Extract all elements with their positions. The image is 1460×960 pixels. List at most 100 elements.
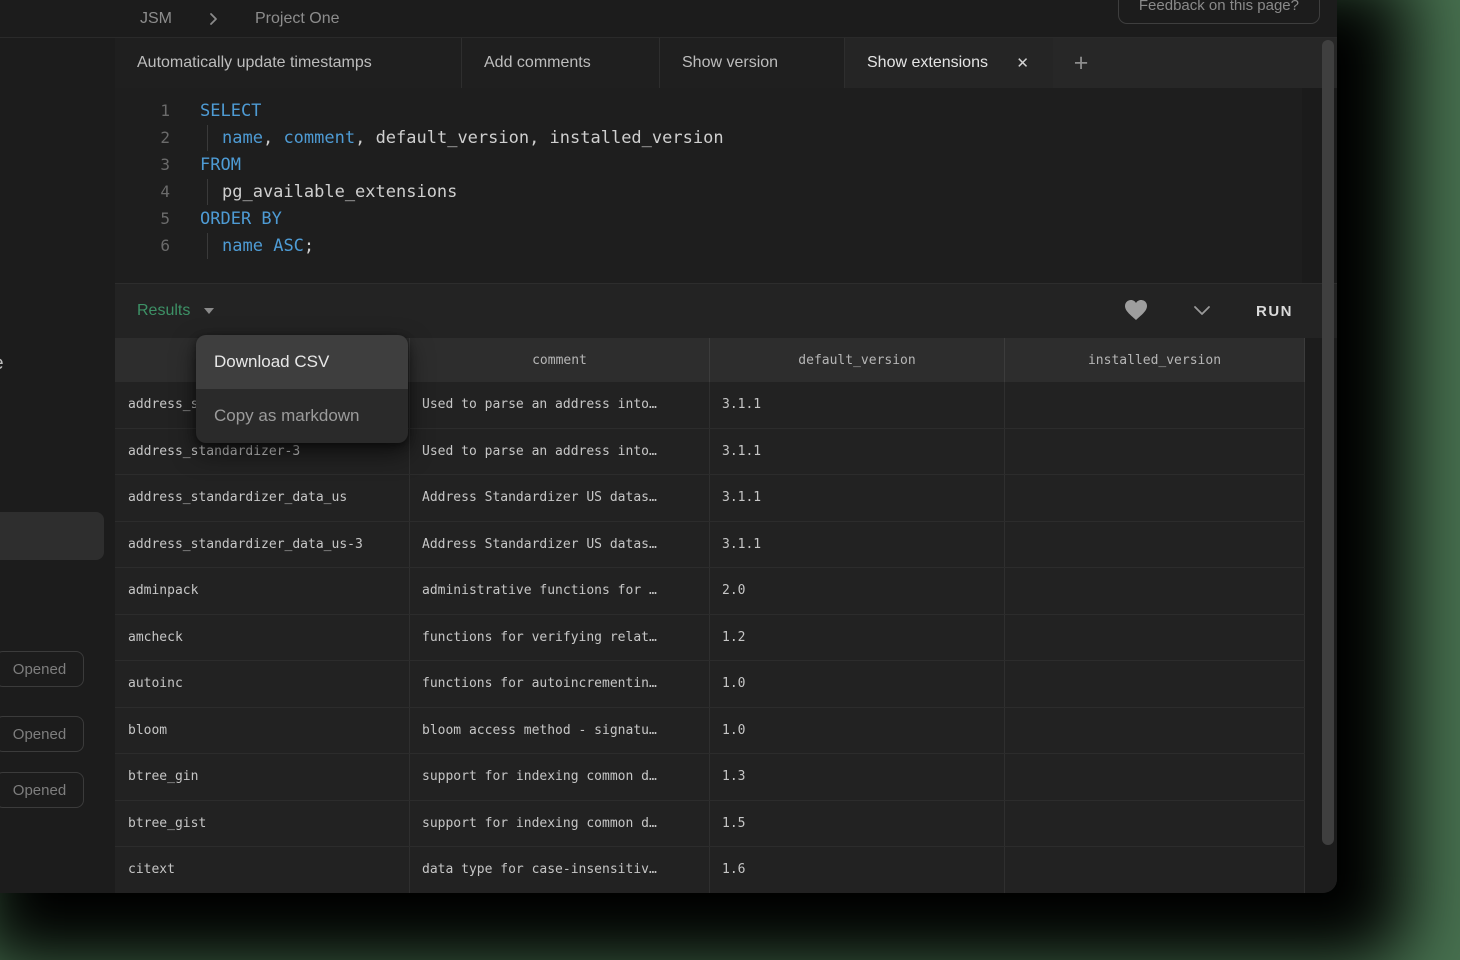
cell-default-version: 1.6 [710, 847, 1005, 893]
tab-add-comments[interactable]: Add comments [462, 38, 660, 88]
chevron-right-icon [208, 12, 219, 26]
cell-comment: functions for autoincrementin… [410, 661, 710, 707]
cell-comment: data type for case-insensitiv… [410, 847, 710, 893]
cell-comment: functions for verifying relat… [410, 615, 710, 661]
column-header-default-version[interactable]: default_version [710, 338, 1005, 382]
new-tab-button[interactable]: + [1053, 38, 1109, 88]
sql-editor[interactable]: 1 SELECT 2 name, comment, default_versio… [115, 88, 1337, 283]
breadcrumb: JSM Project One [140, 10, 339, 28]
tab-show-version[interactable]: Show version [660, 38, 845, 88]
cell-default-version: 1.0 [710, 708, 1005, 754]
chevron-down-icon [1193, 304, 1211, 319]
close-tab-icon[interactable]: ✕ [1014, 52, 1031, 74]
cell-name: bloom [115, 708, 410, 754]
status-badge[interactable]: Opened [0, 772, 84, 808]
cell-default-version: 3.1.1 [710, 429, 1005, 475]
cell-comment: support for indexing common d… [410, 801, 710, 847]
table-row[interactable]: btree_gin support for indexing common d…… [115, 754, 1305, 801]
cell-default-version: 2.0 [710, 568, 1005, 614]
cell-name: amcheck [115, 615, 410, 661]
results-actions: RUN [1124, 299, 1293, 324]
cell-default-version: 3.1.1 [710, 522, 1005, 568]
code-text: name ASC; [200, 236, 314, 256]
line-number: 1 [115, 101, 170, 120]
code-line: 2 name, comment, default_version, instal… [115, 124, 1302, 151]
cell-default-version: 3.1.1 [710, 382, 1005, 428]
table-row[interactable]: amcheck functions for verifying relat… 1… [115, 615, 1305, 662]
breadcrumb-org[interactable]: JSM [140, 10, 172, 28]
menu-item-copy-as-markdown[interactable]: Copy as markdown [196, 389, 408, 443]
code-line: 5 ORDER BY [115, 205, 1302, 232]
cell-installed-version [1005, 661, 1305, 707]
results-context-menu: Download CSV Copy as markdown [196, 335, 408, 443]
table-row[interactable]: address_standardizer_data_us Address Sta… [115, 475, 1305, 522]
code-line: 1 SELECT [115, 97, 1302, 124]
results-label: Results [137, 302, 190, 320]
cell-comment: administrative functions for … [410, 568, 710, 614]
cell-comment: Used to parse an address into… [410, 382, 710, 428]
tab-bar: Automatically update timestamps Add comm… [115, 38, 1337, 88]
feedback-button[interactable]: Feedback on this page? [1118, 0, 1320, 24]
vertical-scrollbar[interactable] [1322, 40, 1334, 845]
cell-comment: Used to parse an address into… [410, 429, 710, 475]
code-text: name, comment, default_version, installe… [200, 128, 724, 148]
line-number: 4 [115, 182, 170, 201]
cell-default-version: 1.0 [710, 661, 1005, 707]
cell-installed-version [1005, 754, 1305, 800]
sidebar-selected-item[interactable] [0, 512, 104, 560]
cell-name: btree_gin [115, 754, 410, 800]
menu-item-download-csv[interactable]: Download CSV [196, 335, 408, 389]
table-body: address_standardizer Used to parse an ad… [115, 382, 1337, 893]
cell-installed-version [1005, 429, 1305, 475]
cell-default-version: 1.3 [710, 754, 1005, 800]
app-window: JSM Project One Feedback on this page? e… [0, 0, 1337, 893]
breadcrumb-project[interactable]: Project One [255, 10, 339, 28]
table-row[interactable]: address_standardizer_data_us-3 Address S… [115, 522, 1305, 569]
table-row[interactable]: autoinc functions for autoincrementin… 1… [115, 661, 1305, 708]
cell-installed-version [1005, 801, 1305, 847]
tab-show-extensions[interactable]: Show extensions ✕ [845, 38, 1053, 88]
run-button[interactable]: RUN [1256, 303, 1293, 320]
code-text: ORDER BY [200, 209, 282, 229]
cell-installed-version [1005, 615, 1305, 661]
table-row[interactable]: citext data type for case-insensitiv… 1.… [115, 847, 1305, 893]
status-badge[interactable]: Opened [0, 651, 84, 687]
table-row[interactable]: adminpack administrative functions for …… [115, 568, 1305, 615]
cell-default-version: 1.5 [710, 801, 1005, 847]
line-number: 2 [115, 128, 170, 147]
cell-comment: Address Standardizer US datas… [410, 475, 710, 521]
cell-name: citext [115, 847, 410, 893]
tab-automatically-update-timestamps[interactable]: Automatically update timestamps [115, 38, 462, 88]
code-line: 4 pg_available_extensions [115, 178, 1302, 205]
cell-name: address_standardizer_data_us [115, 475, 410, 521]
cell-installed-version [1005, 522, 1305, 568]
cell-comment: Address Standardizer US datas… [410, 522, 710, 568]
column-header-installed-version[interactable]: installed_version [1005, 338, 1305, 382]
cell-installed-version [1005, 568, 1305, 614]
sidebar-partial-text: e [0, 353, 4, 375]
run-button-label: RUN [1256, 303, 1293, 320]
cell-name: address_standardizer_data_us-3 [115, 522, 410, 568]
table-row[interactable]: btree_gist support for indexing common d… [115, 801, 1305, 848]
main-panel: Automatically update timestamps Add comm… [115, 38, 1337, 893]
app-header: JSM Project One Feedback on this page? [0, 0, 1337, 38]
cell-installed-version [1005, 847, 1305, 893]
code-text: SELECT [200, 101, 261, 121]
code-text: pg_available_extensions [200, 182, 457, 202]
cell-name: autoinc [115, 661, 410, 707]
cell-default-version: 1.2 [710, 615, 1005, 661]
status-badge[interactable]: Opened [0, 716, 84, 752]
table-row[interactable]: bloom bloom access method - signatu… 1.0 [115, 708, 1305, 755]
results-dropdown[interactable]: Results [137, 302, 214, 320]
heart-icon [1124, 299, 1148, 324]
line-number: 6 [115, 236, 170, 255]
app-body: e Opened Opened Opened Automatically upd… [0, 38, 1337, 893]
favorite-button[interactable] [1124, 299, 1148, 324]
cell-installed-version [1005, 475, 1305, 521]
cell-comment: bloom access method - signatu… [410, 708, 710, 754]
cell-name: btree_gist [115, 801, 410, 847]
column-header-comment[interactable]: comment [410, 338, 710, 382]
cell-installed-version [1005, 708, 1305, 754]
run-options-button[interactable] [1193, 304, 1211, 319]
line-number: 3 [115, 155, 170, 174]
